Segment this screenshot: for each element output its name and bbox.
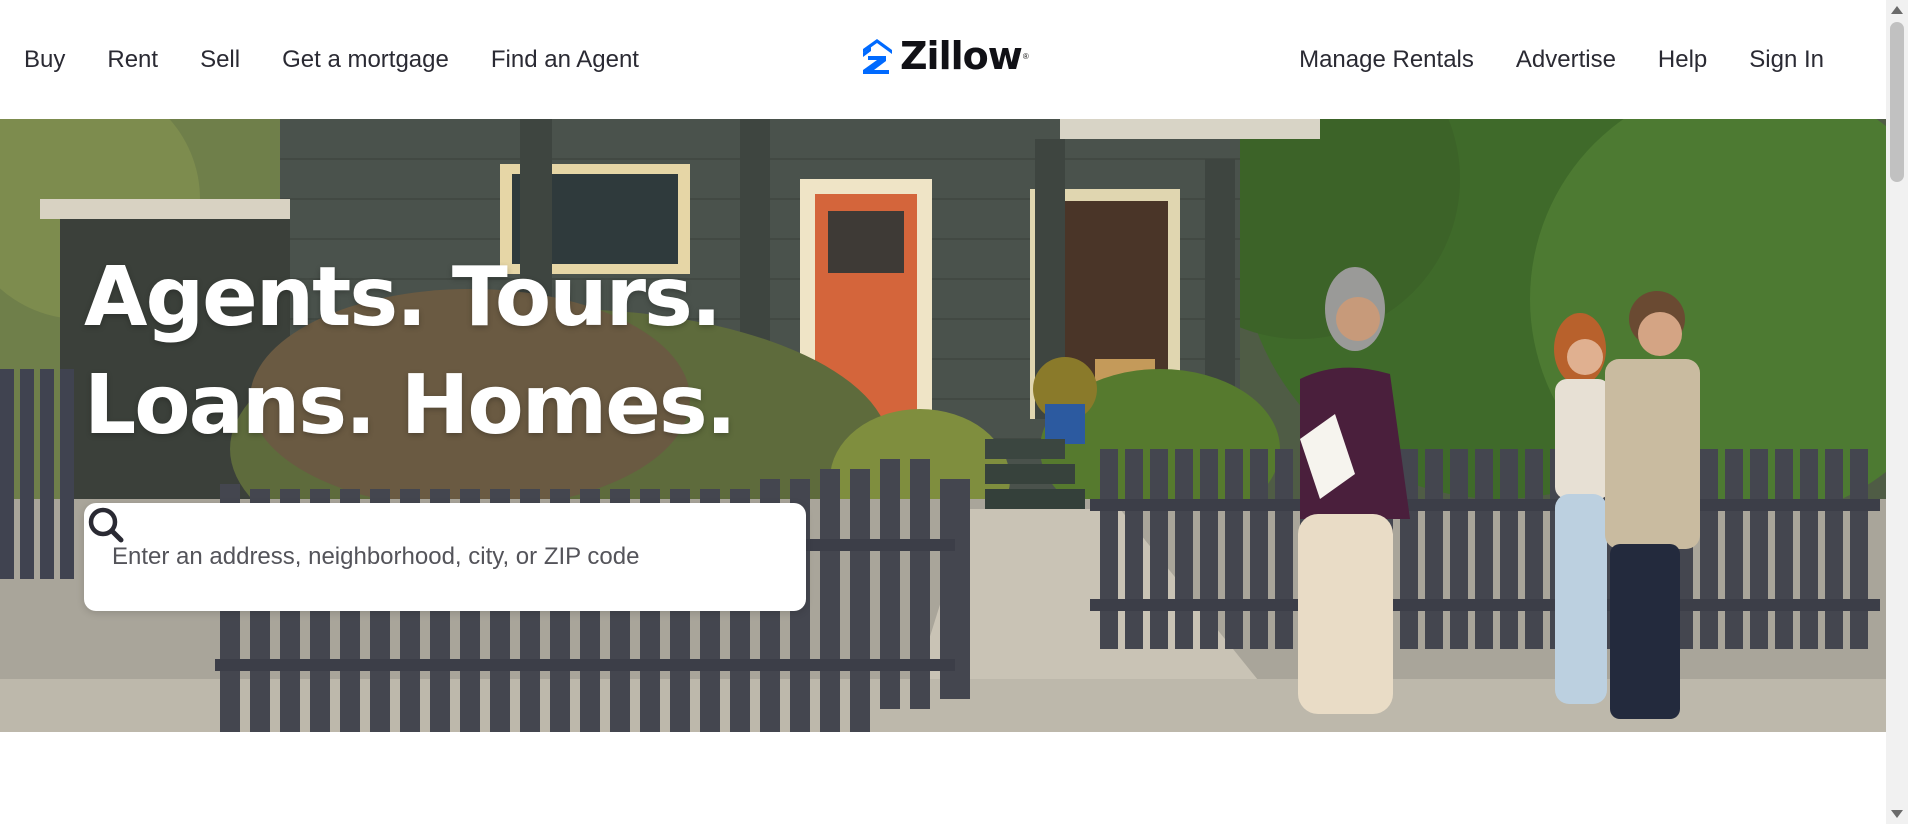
nav-rent[interactable]: Rent (107, 46, 158, 74)
search-icon[interactable] (84, 503, 128, 547)
hero-headline: Agents. Tours. Loans. Homes. (84, 244, 737, 460)
search-input[interactable] (110, 542, 714, 572)
zillow-z-icon (863, 39, 892, 74)
scroll-thumb[interactable] (1890, 22, 1904, 182)
nav-manage-rentals[interactable]: Manage Rentals (1299, 46, 1474, 74)
page-scrollbar[interactable] (1886, 0, 1908, 824)
headline-line-2: Loans. Homes. (84, 358, 737, 453)
secondary-nav: Manage Rentals Advertise Help Sign In (1257, 0, 1824, 119)
registered-mark: ® (1022, 51, 1029, 61)
scroll-down-arrow-icon[interactable] (1891, 810, 1903, 818)
nav-get-a-mortgage[interactable]: Get a mortgage (282, 46, 449, 74)
nav-find-an-agent[interactable]: Find an Agent (491, 46, 639, 74)
zillow-logo[interactable]: Zillow ® (860, 34, 1029, 78)
scroll-up-arrow-icon[interactable] (1891, 6, 1903, 14)
nav-buy[interactable]: Buy (24, 46, 65, 74)
nav-advertise[interactable]: Advertise (1516, 46, 1616, 74)
logo-wordmark: Zillow (900, 34, 1023, 78)
site-header: Buy Rent Sell Get a mortgage Find an Age… (0, 0, 1886, 119)
hero-banner: Agents. Tours. Loans. Homes. (0, 119, 1886, 732)
nav-sell[interactable]: Sell (200, 46, 240, 74)
nav-sign-in[interactable]: Sign In (1749, 46, 1824, 74)
nav-help[interactable]: Help (1658, 46, 1707, 74)
headline-line-1: Agents. Tours. (84, 250, 722, 345)
search-bar (84, 503, 806, 611)
primary-nav: Buy Rent Sell Get a mortgage Find an Age… (24, 0, 681, 119)
